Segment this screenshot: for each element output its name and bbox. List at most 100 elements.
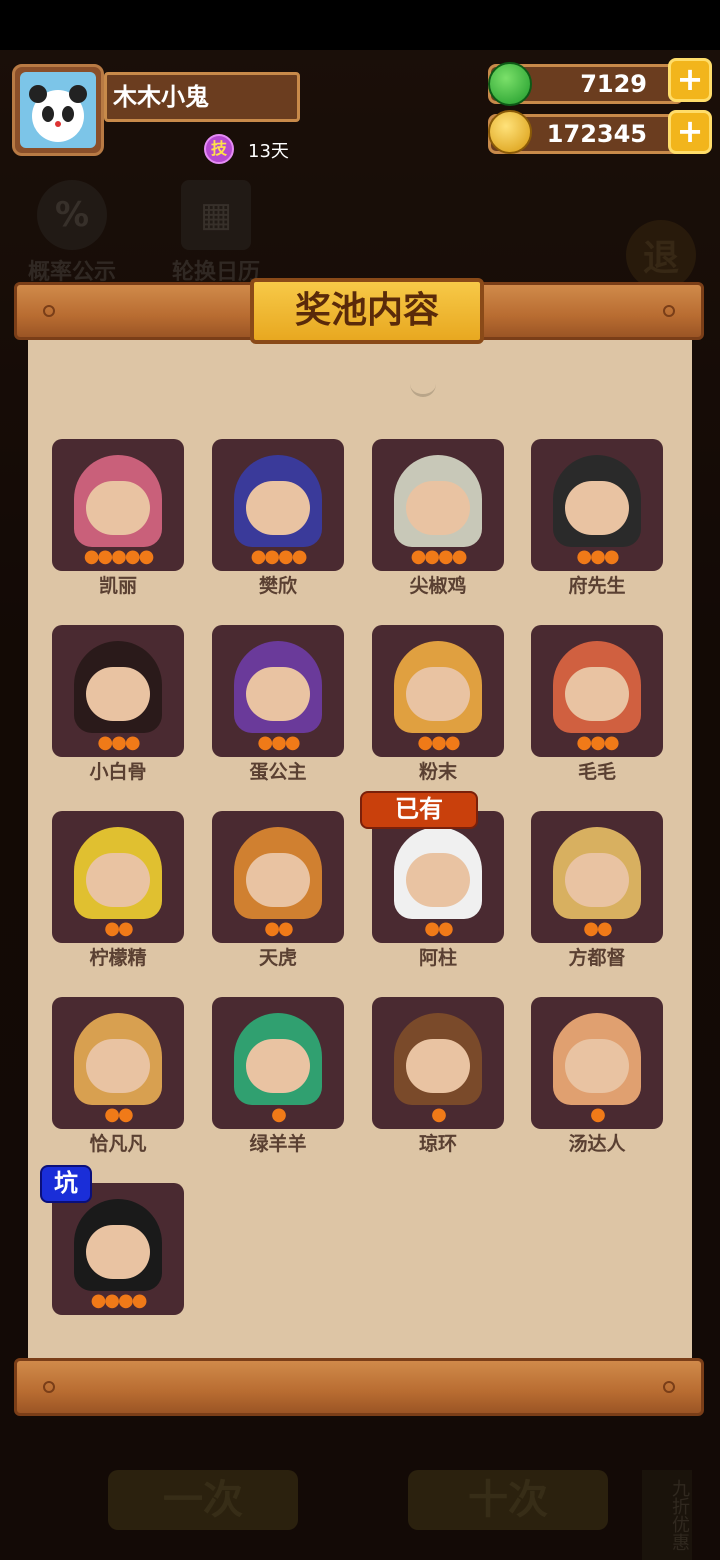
star-rating: ● bbox=[372, 1105, 504, 1125]
star-rating: ●●● bbox=[531, 733, 663, 753]
character-face bbox=[406, 481, 470, 535]
ten-draw-button[interactable]: 十次 bbox=[408, 1470, 608, 1530]
flame-star-icon: ● bbox=[104, 918, 120, 939]
star-rating: ●● bbox=[52, 1105, 184, 1125]
status-bar bbox=[0, 0, 720, 50]
flame-star-icon: ● bbox=[451, 546, 468, 567]
jade-value: 7129 bbox=[580, 70, 647, 98]
flame-star-icon: ● bbox=[124, 732, 141, 753]
exit-label: 退 bbox=[642, 238, 679, 279]
star-rating: ●●●● bbox=[52, 1291, 184, 1311]
character-name: 柠檬精 bbox=[89, 947, 147, 969]
character-face bbox=[565, 853, 629, 907]
character-card[interactable]: ●●● bbox=[52, 625, 184, 757]
character-card[interactable]: ●● bbox=[212, 811, 344, 943]
add-coin-button[interactable]: + bbox=[668, 110, 712, 154]
character-face bbox=[246, 853, 310, 907]
character-name: 天虎 bbox=[258, 947, 297, 969]
character-face bbox=[406, 1039, 470, 1093]
add-coin-label: + bbox=[676, 112, 704, 150]
player-name: 木木小鬼 bbox=[104, 72, 300, 122]
character-face bbox=[86, 667, 150, 721]
flame-star-icon: ● bbox=[278, 918, 294, 939]
star-rating: ●●● bbox=[212, 733, 344, 753]
flame-star-icon: ● bbox=[590, 732, 606, 753]
flame-star-icon: ● bbox=[576, 732, 592, 753]
add-jade-button[interactable]: + bbox=[668, 58, 712, 102]
character-name: 绿羊羊 bbox=[249, 1133, 307, 1155]
nail-icon bbox=[43, 305, 55, 317]
calendar-button[interactable]: ▦ 轮换日历 bbox=[168, 180, 264, 286]
character-face bbox=[246, 481, 310, 535]
flame-star-icon: ● bbox=[278, 546, 294, 567]
character-name: 毛毛 bbox=[577, 761, 616, 783]
flame-star-icon: ● bbox=[104, 1104, 120, 1125]
flame-star-icon: ● bbox=[603, 732, 620, 753]
character-card[interactable]: ●●● bbox=[372, 625, 504, 757]
character-card[interactable]: ●●●● bbox=[212, 439, 344, 571]
character-card[interactable]: ● bbox=[212, 997, 344, 1129]
exit-button[interactable]: 退 bbox=[626, 220, 696, 290]
star-rating: ●●● bbox=[372, 733, 504, 753]
character-card[interactable]: ●●●● bbox=[372, 439, 504, 571]
days-count: 13天 bbox=[248, 141, 289, 162]
star-rating: ●●● bbox=[531, 547, 663, 567]
calendar-icon: ▦ bbox=[181, 180, 251, 250]
character-face bbox=[86, 1225, 150, 1279]
flame-star-icon: ● bbox=[257, 732, 273, 753]
character-card[interactable]: ●●●●● bbox=[52, 439, 184, 571]
character-face bbox=[565, 1039, 629, 1093]
character-name: 小白骨 bbox=[89, 761, 147, 783]
flame-star-icon: ● bbox=[603, 546, 620, 567]
owned-tag: 已有 bbox=[360, 791, 478, 829]
flame-star-icon: ● bbox=[284, 732, 301, 753]
character-face bbox=[406, 853, 470, 907]
jade-icon bbox=[488, 62, 532, 106]
character-name: 尖椒鸡 bbox=[409, 575, 467, 597]
star-rating: ●●●● bbox=[372, 547, 504, 567]
flame-star-icon: ● bbox=[271, 1104, 287, 1125]
character-name: 阿柱 bbox=[418, 947, 457, 969]
character-card[interactable]: ●● bbox=[372, 811, 504, 943]
flame-star-icon: ● bbox=[583, 918, 599, 939]
character-card[interactable]: ●● bbox=[531, 811, 663, 943]
coin-value: 172345 bbox=[546, 120, 647, 148]
star-rating: ●●●● bbox=[212, 547, 344, 567]
star-rating: ● bbox=[212, 1105, 344, 1125]
single-draw-button[interactable]: 一次 bbox=[108, 1470, 298, 1530]
add-jade-label: + bbox=[676, 60, 704, 98]
flame-star-icon: ● bbox=[576, 546, 592, 567]
character-card[interactable]: ●● bbox=[52, 811, 184, 943]
character-card[interactable]: ●● bbox=[52, 997, 184, 1129]
panel-title: 奖池内容 bbox=[250, 278, 484, 344]
character-name: 粉末 bbox=[418, 761, 457, 783]
character-name: 汤达人 bbox=[568, 1133, 626, 1155]
character-card[interactable]: ●●● bbox=[212, 625, 344, 757]
player-avatar[interactable] bbox=[12, 64, 104, 156]
flame-star-icon: ● bbox=[83, 546, 100, 567]
pit-tag: 坑 bbox=[40, 1165, 92, 1203]
flame-star-icon: ● bbox=[597, 918, 613, 939]
character-name: 方都督 bbox=[568, 947, 626, 969]
flame-star-icon: ● bbox=[264, 918, 280, 939]
character-card[interactable]: ●●● bbox=[531, 625, 663, 757]
star-rating: ● bbox=[531, 1105, 663, 1125]
flame-star-icon: ● bbox=[410, 546, 427, 567]
character-card[interactable]: ●●● bbox=[531, 439, 663, 571]
flame-star-icon: ● bbox=[111, 732, 127, 753]
flame-star-icon: ● bbox=[124, 546, 141, 567]
percent-icon: % bbox=[37, 180, 107, 250]
flame-star-icon: ● bbox=[438, 918, 454, 939]
panel-bottom-plank bbox=[14, 1358, 704, 1416]
flame-star-icon: ● bbox=[111, 546, 127, 567]
flame-star-icon: ● bbox=[431, 732, 447, 753]
character-card[interactable]: ● bbox=[531, 997, 663, 1129]
flame-star-icon: ● bbox=[97, 732, 113, 753]
character-face bbox=[246, 667, 310, 721]
character-name: 蛋公主 bbox=[249, 761, 307, 783]
character-name: 凯丽 bbox=[98, 575, 137, 597]
skill-badge: 技 bbox=[204, 134, 234, 164]
character-card[interactable]: ● bbox=[372, 997, 504, 1129]
flame-star-icon: ● bbox=[118, 918, 134, 939]
probability-button[interactable]: % 概率公示 bbox=[24, 180, 120, 286]
